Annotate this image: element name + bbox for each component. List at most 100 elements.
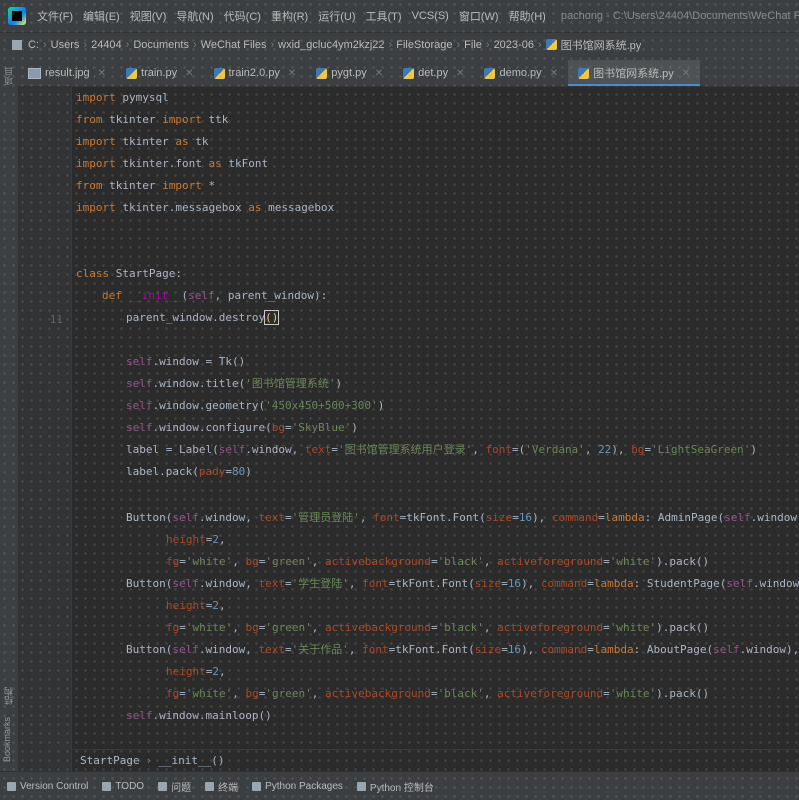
close-icon[interactable]: ✕ xyxy=(682,68,690,79)
code-line: parent_window.destroy() xyxy=(126,310,280,325)
breadcrumb-item[interactable]: FileStorage xyxy=(396,39,452,51)
branch-icon xyxy=(7,781,16,791)
tool-label: Python 控制台 xyxy=(369,782,434,794)
breadcrumb-separator: › xyxy=(192,39,197,51)
tab-label: 图书馆网系统.py xyxy=(593,68,674,80)
code-line: self.window.configure(bg='SkyBlue') xyxy=(126,421,358,434)
structure-class[interactable]: StartPage xyxy=(80,754,140,767)
tab-result-jpg[interactable]: result.jpg ✕ xyxy=(18,60,116,86)
pycharm-logo-icon[interactable] xyxy=(8,7,26,25)
menu-bar: 文件(F) 编辑(E) 视图(V) 导航(N) 代码(C) 重构(R) 运行(U… xyxy=(0,0,799,32)
list-icon xyxy=(102,781,112,791)
terminal-icon xyxy=(205,781,215,791)
terminal-button[interactable]: 终端 xyxy=(198,779,245,794)
code-editor[interactable]: import pymysql from tkinter import ttk i… xyxy=(72,87,799,771)
menu-refactor[interactable]: 重构(R) xyxy=(266,8,313,24)
python-packages-button[interactable]: Python Packages xyxy=(245,781,350,792)
breadcrumb-drive[interactable]: C: xyxy=(28,39,39,51)
menu-view[interactable]: 视图(V) xyxy=(125,8,172,24)
code-line: import tkinter.messagebox as messagebox xyxy=(76,201,335,214)
breadcrumb-item[interactable]: Users xyxy=(51,39,80,51)
python-console-button[interactable]: Python 控制台 xyxy=(350,779,441,794)
breadcrumb-item[interactable]: File xyxy=(464,39,482,51)
close-icon[interactable]: ✕ xyxy=(288,68,296,79)
tab-train2-py[interactable]: train2.0.py ✕ xyxy=(204,60,307,86)
line-number-gutter[interactable]: 11 xyxy=(19,87,72,771)
tool-label: 终端 xyxy=(218,782,239,794)
tab-label: det.py xyxy=(418,67,449,79)
menu-navigate[interactable]: 导航(N) xyxy=(171,8,218,24)
breadcrumb-separator: › xyxy=(485,39,490,51)
breadcrumb-item[interactable]: WeChat Files xyxy=(201,39,267,51)
breadcrumb-item[interactable]: 2023-06 xyxy=(494,39,534,51)
menu-help[interactable]: 帮助(H) xyxy=(504,8,551,24)
project-tool-button[interactable]: 项目 xyxy=(2,67,15,85)
code-line: fg='white', bg='green', activebackground… xyxy=(166,621,710,634)
image-file-icon xyxy=(28,67,41,79)
code-line: Button(self.window, text='学生登陆', font=tk… xyxy=(126,577,799,590)
breadcrumb-separator: › xyxy=(388,39,393,51)
tab-label: train.py xyxy=(141,67,178,79)
left-tool-stripe: 项目 结构 Bookmarks xyxy=(0,57,19,771)
breadcrumb-item[interactable]: Documents xyxy=(133,39,189,51)
close-icon[interactable]: ✕ xyxy=(375,68,383,79)
structure-tool-button[interactable]: 结构 xyxy=(2,687,15,705)
tab-library-system-py[interactable]: 图书馆网系统.py ✕ xyxy=(568,60,701,86)
close-icon[interactable]: ✕ xyxy=(456,68,464,79)
tab-det-py[interactable]: det.py ✕ xyxy=(393,60,474,86)
code-line: label = Label(self.window, text='图书馆管理系统… xyxy=(126,443,758,456)
breadcrumb-item[interactable]: 24404 xyxy=(91,39,122,51)
python-console-icon xyxy=(356,781,366,791)
breadcrumb-separator: › xyxy=(270,39,275,51)
breadcrumb-separator: › xyxy=(456,39,461,51)
code-line: Button(self.window, text='管理员登陆', font=t… xyxy=(126,511,799,524)
tab-train-py[interactable]: train.py ✕ xyxy=(116,60,203,86)
code-line: self.window.mainloop() xyxy=(126,709,272,722)
code-line: fg='white', bg='green', activebackground… xyxy=(166,687,710,700)
problems-button[interactable]: 问题 xyxy=(151,779,198,794)
python-file-icon xyxy=(484,67,496,79)
editor-tab-bar: result.jpg ✕ train.py ✕ train2.0.py ✕ pygt.… xyxy=(18,57,799,87)
tab-label: demo.py xyxy=(499,67,542,79)
breadcrumb-separator: › xyxy=(83,39,88,51)
python-file-icon xyxy=(316,67,328,79)
code-line: self.window.geometry('450x450+500+300') xyxy=(126,399,385,412)
code-line: fg='white', bg='green', activebackground… xyxy=(166,555,710,568)
current-line-number: 11 xyxy=(49,313,63,326)
todo-button[interactable]: TODO xyxy=(95,781,151,792)
version-control-button[interactable]: Version Control xyxy=(0,781,95,792)
menu-edit[interactable]: 编辑(E) xyxy=(78,8,125,24)
bottom-tool-bar: Version Control TODO 问题 终端 Python Packag… xyxy=(0,771,799,800)
close-icon[interactable]: ✕ xyxy=(185,68,193,79)
packages-icon xyxy=(252,781,262,791)
breadcrumb-file[interactable]: 图书馆网系统.py xyxy=(545,37,641,53)
menu-code[interactable]: 代码(C) xyxy=(219,8,266,24)
code-line: from tkinter import * xyxy=(76,179,216,192)
drive-icon xyxy=(12,40,22,50)
structure-method[interactable]: __init__() xyxy=(158,754,224,767)
window-title: pachong - C:\Users\24404\Documents\WeCha… xyxy=(560,10,799,22)
python-file-icon xyxy=(545,39,557,50)
tool-label: Version Control xyxy=(20,780,89,792)
code-line: label.pack(pady=80) xyxy=(126,465,252,478)
tab-pygt-py[interactable]: pygt.py ✕ xyxy=(306,60,393,86)
close-icon[interactable]: ✕ xyxy=(550,68,558,79)
code-line: import tkinter.font as tkFont xyxy=(76,157,269,170)
menu-run[interactable]: 运行(U) xyxy=(313,8,360,24)
bookmarks-tool-button[interactable]: Bookmarks xyxy=(2,717,12,762)
code-line: self.window.title('图书馆管理系统') xyxy=(126,377,343,390)
breadcrumb-item[interactable]: wxid_gcluc4ym2kzj22 xyxy=(278,39,384,51)
breadcrumb-separator: › xyxy=(537,39,542,51)
code-line: import pymysql xyxy=(76,91,169,104)
close-icon[interactable]: ✕ xyxy=(98,68,106,79)
menu-tools[interactable]: 工具(T) xyxy=(361,8,407,24)
menu-vcs[interactable]: VCS(S) xyxy=(407,10,454,22)
tab-demo-py[interactable]: demo.py ✕ xyxy=(474,60,568,86)
code-line: import tkinter as tk xyxy=(76,135,209,148)
tool-label: Python Packages xyxy=(265,780,343,792)
code-line: height=2, xyxy=(166,599,226,612)
menu-file[interactable]: 文件(F) xyxy=(32,8,78,24)
menu-window[interactable]: 窗口(W) xyxy=(454,8,504,24)
code-line: height=2, xyxy=(166,533,226,546)
tool-label: 问题 xyxy=(171,782,192,794)
